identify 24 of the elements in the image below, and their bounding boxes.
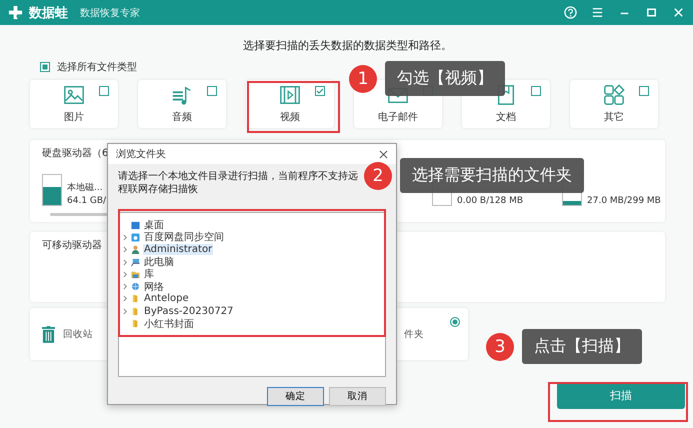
drive-usage: 64.1 GB/	[67, 196, 106, 206]
file-type-label: 视频	[280, 110, 300, 124]
dialog-message: 请选择一个本地文件目录进行扫描，当前程序不支持远程联网存储扫描恢	[118, 170, 358, 197]
step-tooltip: 选择需要扫描的文件夹	[400, 158, 584, 193]
dialog-title: 浏览文件夹	[116, 148, 166, 161]
file-type-label: 音频	[172, 110, 192, 124]
page-heading: 选择要扫描的丢失数据的数据类型和路径。	[242, 38, 453, 53]
app-subtitle: 数据恢复专家	[80, 6, 140, 20]
location-label: 件夹	[404, 328, 424, 340]
panel-title: 可移动驱动器	[42, 239, 102, 252]
step-tooltip: 勾选【视频】	[385, 61, 505, 96]
app-logo-text: 数据蛙	[29, 4, 68, 22]
drive-usage: 27.0 MB/299 MB	[587, 196, 661, 206]
file-type-label: 图片	[64, 110, 84, 124]
file-type-label: 其它	[604, 110, 624, 124]
select-all-label: 选择所有文件类型	[57, 60, 137, 74]
step-tooltip: 点击【扫描】	[522, 329, 642, 364]
step-marker-tooltip: 3	[486, 332, 514, 360]
drive-name: 本地磁...	[67, 182, 104, 194]
location-label: 回收站	[63, 328, 93, 340]
file-type-label: 文档	[496, 110, 516, 124]
step-marker-tooltip: 1	[349, 64, 377, 92]
drive-usage: 0.00 B/128 MB	[457, 196, 524, 206]
file-type-label: 电子邮件	[378, 110, 418, 124]
